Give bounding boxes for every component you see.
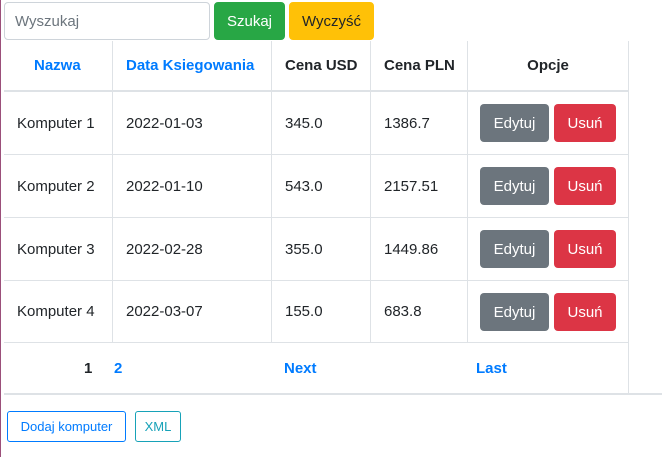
table-cell-pln: 1449.86	[371, 218, 468, 281]
table-cell-usd: 355.0	[272, 218, 371, 281]
table-cell-date: 2022-01-10	[113, 155, 272, 218]
edit-button[interactable]: Edytuj	[480, 230, 549, 268]
window-edge	[0, 0, 1, 457]
table-cell-pln: 2157.51	[371, 155, 468, 218]
last-page-link[interactable]: Last	[476, 360, 507, 377]
pagination: 1 2 Next Last	[4, 343, 628, 393]
table-cell-name: Komputer 1	[4, 92, 113, 155]
edit-button[interactable]: Edytuj	[480, 167, 549, 205]
edit-button[interactable]: Edytuj	[480, 293, 549, 331]
delete-button[interactable]: Usuń	[554, 167, 616, 205]
header-nazwa[interactable]: Nazwa	[4, 41, 113, 92]
clear-button[interactable]: Wyczyść	[289, 2, 374, 40]
page-1-current: 1	[84, 360, 93, 377]
table-cell-usd: 155.0	[272, 281, 371, 343]
delete-button[interactable]: Usuń	[554, 104, 616, 142]
add-computer-button[interactable]: Dodaj komputer	[7, 411, 126, 442]
header-cena-usd: Cena USD	[272, 41, 371, 92]
header-cena-pln: Cena PLN	[371, 41, 468, 92]
table-cell-name: Komputer 4	[4, 281, 113, 343]
table-cell-date: 2022-03-07	[113, 281, 272, 343]
divider	[4, 393, 662, 395]
header-data-ksiegowania[interactable]: Data Ksiegowania	[113, 41, 272, 92]
table-cell-pln: 1386.7	[371, 92, 468, 155]
table-cell-pln: 683.8	[371, 281, 468, 343]
search-input[interactable]	[4, 2, 210, 40]
table-cell-usd: 345.0	[272, 92, 371, 155]
search-button[interactable]: Szukaj	[214, 2, 285, 40]
edit-button[interactable]: Edytuj	[480, 104, 549, 142]
delete-button[interactable]: Usuń	[554, 293, 616, 331]
delete-button[interactable]: Usuń	[554, 230, 616, 268]
table-cell-usd: 543.0	[272, 155, 371, 218]
table-cell-name: Komputer 2	[4, 155, 113, 218]
header-opcje: Opcje	[468, 41, 628, 92]
xml-button[interactable]: XML	[135, 411, 181, 442]
table-cell-date: 2022-02-28	[113, 218, 272, 281]
computers-table: Nazwa Data Ksiegowania Cena USD Cena PLN…	[4, 41, 629, 395]
next-page-link[interactable]: Next	[284, 360, 317, 377]
table-cell-name: Komputer 3	[4, 218, 113, 281]
search-toolbar: Szukaj Wyczyść	[4, 2, 662, 40]
page-2-link[interactable]: 2	[114, 360, 122, 377]
table-cell-date: 2022-01-03	[113, 92, 272, 155]
